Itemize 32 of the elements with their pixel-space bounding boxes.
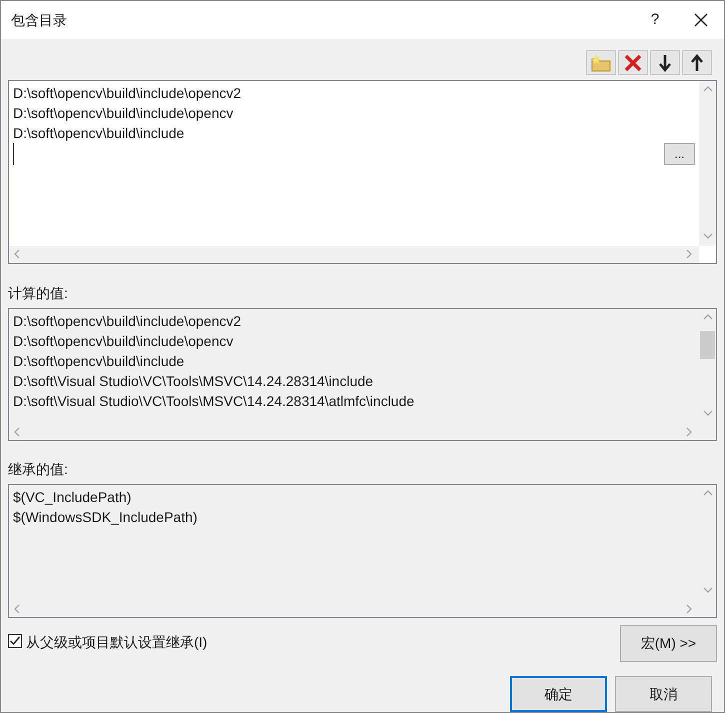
list-item[interactable]: $(WindowsSDK_IncludePath) xyxy=(13,507,695,528)
list-item[interactable]: D:\soft\opencv\build\include\opencv2 xyxy=(13,83,695,103)
new-folder-icon xyxy=(591,54,611,72)
list-item[interactable]: D:\soft\opencv\build\include xyxy=(13,123,695,143)
list-box[interactable]: $(VC_IncludePath) $(WindowsSDK_IncludePath) xyxy=(8,484,717,618)
list-box[interactable] xyxy=(8,308,717,442)
section-label: 继承的值: xyxy=(7,460,69,480)
inherit-checkbox[interactable] xyxy=(8,634,22,648)
scroll-thumb[interactable] xyxy=(700,330,715,359)
up-arrow-icon xyxy=(690,54,704,72)
dialog-button[interactable]: 取消 xyxy=(615,676,712,712)
list-item[interactable]: D:\soft\opencv\build\include xyxy=(13,350,695,371)
list-item[interactable]: D:\soft\Visual Studio\VC\Tools\MSVC\14.24.28314\atlmfc\include xyxy=(13,390,695,411)
list-item[interactable]: D:\soft\opencv\build\include\opencv xyxy=(13,330,695,351)
list-item[interactable]: D:\soft\Visual Studio\VC\Tools\MSVC\14.24.28314\include xyxy=(13,370,695,391)
close-icon xyxy=(694,13,708,27)
list-box[interactable]: D:\soft\opencv\build\include\opencv2 D:\soft\opencv\build\include\opencv D:\soft\opencv\build\include ... xyxy=(8,80,717,264)
section-label: 计算的值: xyxy=(7,284,69,303)
dialog-button[interactable]: 确定 xyxy=(510,676,607,712)
delete-icon xyxy=(624,54,642,72)
macro-button[interactable]: 宏(M) >> xyxy=(620,625,717,662)
list-item[interactable]: D:\soft\opencv\build\include\opencv2 xyxy=(13,310,695,331)
list-item[interactable]: $(VC_IncludePath) xyxy=(13,487,695,508)
browse-button[interactable]: ... xyxy=(664,143,695,165)
checkbox-label: 从父级或项目默认设置继承(I) xyxy=(26,633,208,652)
list-item[interactable]: D:\soft\opencv\build\include\opencv xyxy=(13,103,695,123)
down-arrow-icon xyxy=(658,54,672,72)
checkmark-icon xyxy=(9,635,21,647)
window-title: 包含目录 xyxy=(11,10,68,30)
toolbar-button[interactable] xyxy=(650,50,680,75)
toolbar-button[interactable] xyxy=(682,50,712,75)
help-button[interactable]: ? xyxy=(632,1,678,39)
